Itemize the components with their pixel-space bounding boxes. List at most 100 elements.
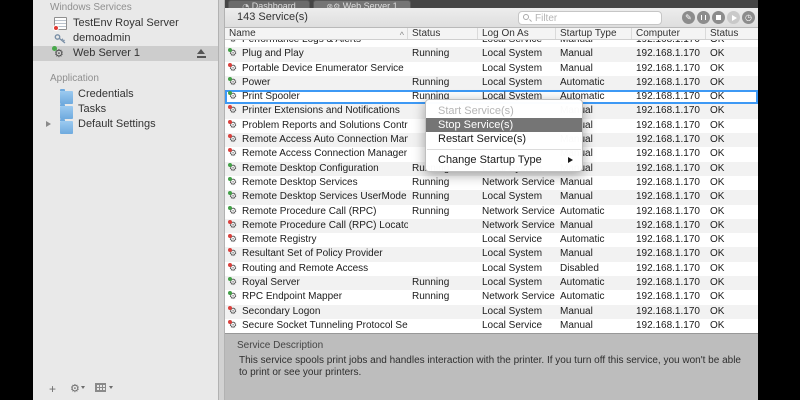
log-on-as-cell: Network Service [478, 205, 556, 219]
view-menu-button[interactable] [95, 383, 106, 392]
startup-type-cell: Manual [556, 305, 632, 319]
menu-item-start-service[interactable]: Start Service(s) [426, 104, 582, 118]
menu-item-change-startup-type[interactable]: Change Startup Type [426, 153, 582, 167]
table-row[interactable]: ⚙Secondary LogonLocal SystemManual192.16… [225, 305, 758, 319]
service-gear-icon: ⚙ [229, 162, 242, 176]
computer-name-cell: 192.168.1.170 [632, 276, 706, 290]
service-name-cell: ⚙Secure Socket Tunneling Protocol Servic… [225, 319, 408, 333]
sidebar-item-credentials[interactable]: Credentials [33, 87, 218, 102]
column-header-computer-name[interactable]: Computer Name [632, 28, 706, 39]
app-window: Windows ServicesTestEnv Royal Serverdemo… [33, 0, 758, 400]
sidebar-item-web-server-1[interactable]: ⚙Web Server 1 [33, 46, 218, 61]
table-row[interactable]: ⚙Remote Desktop Services UserMode Por...… [225, 190, 758, 204]
table-row[interactable]: ⚙Performance Logs & AlertsLocal ServiceM… [225, 40, 758, 47]
tab-dashboard[interactable]: ◔ Dashboard [228, 0, 310, 8]
column-header-name[interactable]: Name ^ [225, 28, 408, 39]
health-cell: OK [706, 133, 758, 147]
server-icon [54, 17, 67, 30]
pencil-icon: ✎ [682, 11, 695, 24]
key-icon [54, 32, 67, 45]
eject-icon[interactable] [197, 49, 206, 58]
service-description-panel: Service Description This service spools … [225, 333, 758, 400]
table-row[interactable]: ⚙Remote RegistryLocal ServiceAutomatic19… [225, 233, 758, 247]
sidebar-item-tasks[interactable]: Tasks [33, 102, 218, 117]
health-cell: OK [706, 104, 758, 118]
context-menu: Start Service(s) Stop Service(s) Restart… [425, 99, 583, 172]
service-gear-icon: ⚙ [229, 276, 242, 290]
table-row[interactable]: ⚙Routing and Remote AccessLocal SystemDi… [225, 262, 758, 276]
gear-icon: ⚙ [54, 47, 67, 60]
health-cell: OK [706, 247, 758, 261]
table-row[interactable]: ⚙Secure Socket Tunneling Protocol Servic… [225, 319, 758, 333]
log-on-as-cell: Local Service [478, 40, 556, 47]
startup-type-cell: Manual [556, 319, 632, 333]
table-row[interactable]: ⚙PowerRunningLocal SystemAutomatic192.16… [225, 76, 758, 90]
service-gear-icon: ⚙ [229, 262, 242, 276]
startup-type-cell: Automatic [556, 233, 632, 247]
table-row[interactable]: ⚙Plug and PlayRunningLocal SystemManual1… [225, 47, 758, 61]
sidebar-item-default-settings[interactable]: Default Settings [33, 117, 218, 132]
service-name-cell: ⚙RPC Endpoint Mapper [225, 290, 408, 304]
status-cell: Running [408, 76, 478, 90]
sidebar-item-label: TestEnv Royal Server [73, 17, 179, 29]
table-row[interactable]: ⚙Remote Procedure Call (RPC) LocatorNetw… [225, 219, 758, 233]
startup-type-cell: Manual [556, 40, 632, 47]
startup-type-cell: Manual [556, 176, 632, 190]
sidebar-splitter[interactable] [218, 0, 225, 400]
status-cell [408, 62, 478, 76]
sidebar-item-demoadmin[interactable]: demoadmin [33, 31, 218, 46]
table-row[interactable]: ⚙Royal ServerRunningLocal SystemAutomati… [225, 276, 758, 290]
service-name-cell: ⚙Remote Procedure Call (RPC) Locator [225, 219, 408, 233]
submenu-arrow-icon [568, 157, 573, 163]
stop-button[interactable] [712, 11, 725, 24]
computer-name-cell: 192.168.1.170 [632, 90, 706, 104]
edit-button[interactable]: ✎ [682, 11, 695, 24]
service-name-cell: ⚙Remote Access Connection Manager [225, 147, 408, 161]
disclosure-triangle-icon[interactable] [46, 121, 51, 127]
service-gear-icon: ⚙ [229, 133, 242, 147]
health-cell: OK [706, 290, 758, 304]
tab-web-server-1[interactable]: ⊗⚙ Web Server 1 [313, 0, 411, 8]
column-header-status-2[interactable]: Status [706, 28, 758, 39]
service-name: Remote Desktop Configuration [242, 163, 379, 174]
table-row[interactable]: ⚙RPC Endpoint MapperRunningNetwork Servi… [225, 290, 758, 304]
add-button[interactable]: + [49, 382, 56, 396]
toolbar: 143 Service(s) ✎ ◷ [225, 8, 758, 28]
computer-name-cell: 192.168.1.170 [632, 40, 706, 47]
table-row[interactable]: ⚙Resultant Set of Policy ProviderLocal S… [225, 247, 758, 261]
service-name: Royal Server [242, 277, 300, 288]
computer-name-cell: 192.168.1.170 [632, 133, 706, 147]
table-row[interactable]: ⚙Remote Procedure Call (RPC)RunningNetwo… [225, 205, 758, 219]
service-name: Printer Extensions and Notifications [242, 105, 400, 116]
table-row[interactable]: ⚙Remote Desktop ServicesRunningNetwork S… [225, 176, 758, 190]
health-cell: OK [706, 40, 758, 47]
menu-item-stop-service[interactable]: Stop Service(s) [426, 118, 582, 132]
content-area: ◔ Dashboard ⊗⚙ Web Server 1 143 Service(… [225, 0, 758, 400]
health-cell: OK [706, 262, 758, 276]
column-header-startup-type[interactable]: Startup Type [556, 28, 632, 39]
computer-name-cell: 192.168.1.170 [632, 62, 706, 76]
start-button[interactable] [727, 11, 740, 24]
service-name: Portable Device Enumerator Service [242, 63, 404, 74]
status-cell: Running [408, 176, 478, 190]
menu-item-restart-service[interactable]: Restart Service(s) [426, 132, 582, 146]
column-header-status[interactable]: Status [408, 28, 478, 39]
status-cell [408, 219, 478, 233]
tab-bar: ◔ Dashboard ⊗⚙ Web Server 1 [225, 0, 758, 8]
filter-input[interactable] [518, 11, 662, 25]
service-name-cell: ⚙Power [225, 76, 408, 90]
health-cell: OK [706, 190, 758, 204]
service-name: Performance Logs & Alerts [242, 40, 361, 45]
pause-button[interactable] [697, 11, 710, 24]
sidebar-item-testenv-royal-server[interactable]: TestEnv Royal Server [33, 16, 218, 31]
tab-label: Web Server 1 [343, 1, 398, 8]
service-gear-icon: ⚙ [229, 319, 242, 333]
service-gear-icon: ⚙ [229, 119, 242, 133]
table-row[interactable]: ⚙Portable Device Enumerator ServiceLocal… [225, 62, 758, 76]
gear-menu-button[interactable]: ⚙ [70, 382, 80, 396]
service-name-cell: ⚙Remote Access Auto Connection Manager [225, 133, 408, 147]
service-name-cell: ⚙Resultant Set of Policy Provider [225, 247, 408, 261]
status-cell [408, 319, 478, 333]
column-header-log-on-as[interactable]: Log On As [478, 28, 556, 39]
refresh-button[interactable]: ◷ [742, 11, 755, 24]
